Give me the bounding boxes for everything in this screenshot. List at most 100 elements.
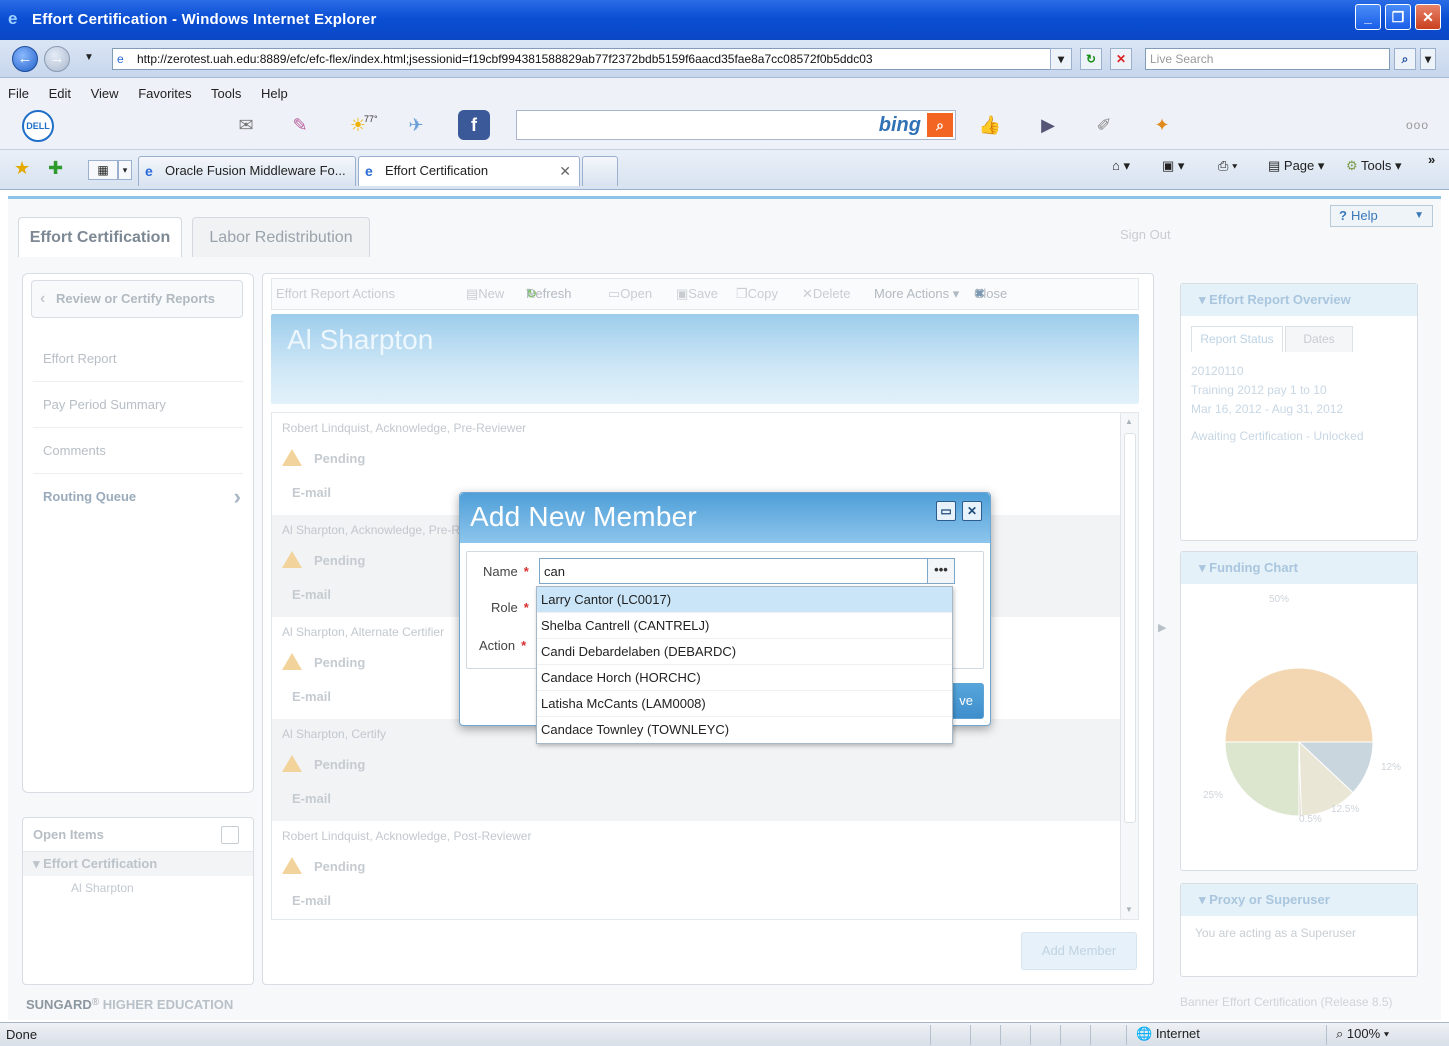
bing-search-box[interactable]: bing ⌕ bbox=[516, 110, 956, 140]
close-window-button[interactable]: ✕ bbox=[1415, 4, 1441, 30]
tab-labor-redistribution[interactable]: Labor Redistribution bbox=[192, 217, 370, 257]
facebook-icon[interactable]: f bbox=[458, 110, 490, 140]
stop-icon[interactable]: ✕ bbox=[1110, 48, 1132, 70]
live-search-input[interactable]: Live Search bbox=[1145, 48, 1390, 70]
help-icon: ? bbox=[1339, 208, 1347, 223]
autocomplete-option[interactable]: Candi Debardelaben (DEBARDC) bbox=[537, 639, 952, 665]
autocomplete-option[interactable]: Larry Cantor (LC0017) bbox=[537, 587, 952, 613]
close-tab-icon[interactable]: ✕ bbox=[559, 157, 571, 185]
open-button[interactable]: ▭ Open bbox=[608, 279, 652, 309]
history-dropdown-icon[interactable]: ▼ bbox=[84, 52, 94, 63]
dell-logo-icon[interactable]: DELL bbox=[22, 110, 54, 142]
autocomplete-option[interactable]: Candace Horch (HORCHC) bbox=[537, 665, 952, 691]
maximize-dialog-icon[interactable]: ▭ bbox=[936, 501, 956, 521]
scroll-thumb[interactable] bbox=[1124, 433, 1136, 823]
name-input[interactable] bbox=[539, 558, 929, 584]
scroll-down-icon[interactable]: ▼ bbox=[1125, 905, 1133, 914]
quick-tabs-icon[interactable]: ▦ bbox=[88, 160, 118, 180]
maximize-button[interactable]: ❐ bbox=[1385, 4, 1411, 30]
open-item-leaf[interactable]: Al Sharpton bbox=[23, 876, 253, 900]
proxy-superuser-panel: ▾ Proxy or Superuser You are acting as a… bbox=[1180, 883, 1418, 977]
funding-header[interactable]: ▾ Funding Chart bbox=[1181, 552, 1417, 584]
report-description: Training 2012 pay 1 to 10 bbox=[1191, 383, 1327, 397]
new-tab-button[interactable] bbox=[582, 156, 618, 186]
autocomplete-option[interactable]: Shelba Cantrell (CANTRELJ) bbox=[537, 613, 952, 639]
media-icon[interactable]: ✎ bbox=[282, 110, 318, 140]
bing-search-icon[interactable]: ⌕ bbox=[927, 113, 953, 137]
delete-button[interactable]: ✕ Delete bbox=[802, 279, 850, 309]
email-link[interactable]: E-mail bbox=[292, 689, 331, 704]
nav-effort-report[interactable]: Effort Report bbox=[33, 336, 243, 382]
save-button[interactable]: ▣ Save bbox=[676, 279, 718, 309]
autocomplete-option[interactable]: Candace Townley (TOWNLEYC) bbox=[537, 717, 952, 743]
add-favorite-icon[interactable]: ✚ bbox=[48, 158, 63, 179]
favorites-star-icon[interactable]: ★ bbox=[14, 158, 30, 179]
search-options-icon[interactable]: ▾ bbox=[1420, 48, 1436, 70]
tab-oracle-fusion[interactable]: e Oracle Fusion Middleware Fo... bbox=[138, 156, 356, 186]
menu-file[interactable]: File bbox=[8, 86, 29, 101]
tab-report-status[interactable]: Report Status bbox=[1191, 326, 1283, 352]
feeds-icon[interactable]: ▣ ▾ bbox=[1162, 158, 1184, 174]
tab-dates[interactable]: Dates bbox=[1285, 326, 1353, 352]
tools-menu[interactable]: ⚙ Tools ▾ bbox=[1346, 158, 1402, 174]
nav-routing-queue[interactable]: Routing Queue › bbox=[33, 474, 243, 520]
back-button[interactable]: ← bbox=[12, 46, 38, 72]
weather-icon[interactable]: ☀ 77° bbox=[340, 110, 378, 140]
forward-button[interactable]: → bbox=[44, 46, 70, 72]
refresh-icon[interactable]: ↻ bbox=[1080, 48, 1102, 70]
nav-comments[interactable]: Comments bbox=[33, 428, 243, 474]
help-button[interactable]: ? Help ▼ bbox=[1330, 205, 1433, 227]
tab-list-icon[interactable]: ▾ bbox=[118, 160, 132, 180]
maximize-panel-icon[interactable] bbox=[221, 826, 239, 844]
menu-favorites[interactable]: Favorites bbox=[138, 86, 191, 101]
menu-tools[interactable]: Tools bbox=[211, 86, 241, 101]
email-link[interactable]: E-mail bbox=[292, 791, 331, 806]
review-or-certify-button[interactable]: ‹ Review or Certify Reports bbox=[31, 280, 243, 318]
proxy-header[interactable]: ▾ Proxy or Superuser bbox=[1181, 884, 1417, 916]
open-items-panel: Open Items ▾ Effort Certification Al Sha… bbox=[22, 817, 254, 985]
zoom-control[interactable]: ⌕ 100% ▾ bbox=[1336, 1026, 1389, 1042]
menu-help[interactable]: Help bbox=[261, 86, 288, 101]
more-actions-button[interactable]: More Actions ▾ bbox=[874, 279, 959, 309]
scroll-up-icon[interactable]: ▲ bbox=[1125, 417, 1133, 426]
url-field[interactable]: e http://zerotest.uah.edu:8889/efc/efc-f… bbox=[112, 48, 1070, 70]
autocomplete-option[interactable]: Latisha McCants (LAM0008) bbox=[537, 691, 952, 717]
command-overflow[interactable]: » bbox=[1428, 152, 1435, 167]
open-items-group[interactable]: ▾ Effort Certification bbox=[23, 852, 253, 876]
email-link[interactable]: E-mail bbox=[292, 587, 331, 602]
security-zone[interactable]: 🌐 Internet bbox=[1136, 1026, 1200, 1042]
lookup-button[interactable]: ••• bbox=[927, 558, 955, 584]
tab-effort-certification-module[interactable]: Effort Certification bbox=[18, 217, 182, 257]
close-dialog-icon[interactable]: ✕ bbox=[962, 501, 982, 521]
add-member-button[interactable]: Add Member bbox=[1021, 932, 1137, 970]
nav-pay-period-summary[interactable]: Pay Period Summary bbox=[33, 382, 243, 428]
warning-icon bbox=[282, 653, 302, 670]
bookmark-icon[interactable]: ✐ bbox=[1086, 110, 1122, 140]
page-menu[interactable]: ▤ Page ▾ bbox=[1268, 158, 1324, 174]
like-icon[interactable]: 👍 bbox=[972, 110, 1008, 140]
toolbar-overflow[interactable]: ooo bbox=[1406, 118, 1429, 132]
alert-icon[interactable]: ✦ bbox=[1144, 110, 1180, 140]
expand-right-icon[interactable]: ▶ bbox=[1158, 621, 1166, 634]
sign-out-link[interactable]: Sign Out bbox=[1120, 227, 1171, 242]
menu-view[interactable]: View bbox=[91, 86, 119, 101]
email-link[interactable]: E-mail bbox=[292, 485, 331, 500]
queue-scrollbar[interactable]: ▲ ▼ bbox=[1120, 413, 1138, 919]
pie-slice-label: 12.5% bbox=[1331, 804, 1359, 815]
home-icon[interactable]: ⌂ ▾ bbox=[1112, 158, 1130, 174]
overview-header[interactable]: ▾ Effort Report Overview bbox=[1181, 284, 1417, 316]
url-dropdown-icon[interactable]: ▾ bbox=[1050, 48, 1072, 70]
news-icon[interactable]: ✉ bbox=[228, 110, 264, 140]
email-link[interactable]: E-mail bbox=[292, 893, 331, 908]
search-icon[interactable]: ⌕ bbox=[1394, 48, 1416, 70]
tab-effort-certification[interactable]: e Effort Certification ✕ bbox=[358, 156, 580, 186]
copy-button[interactable]: ❐ Copy bbox=[736, 279, 778, 309]
menu-edit[interactable]: Edit bbox=[49, 86, 71, 101]
print-icon[interactable]: ⎙ ▾ bbox=[1218, 158, 1237, 174]
video-icon[interactable]: ▶ bbox=[1030, 110, 1066, 140]
new-button[interactable]: ▤ New bbox=[466, 279, 504, 309]
minimize-button[interactable]: _ bbox=[1355, 4, 1381, 30]
panel-splitter[interactable]: ▶ bbox=[1155, 273, 1171, 985]
mail-icon[interactable]: ✈ bbox=[398, 110, 434, 140]
queue-item[interactable]: Robert Lindquist, Acknowledge, Post-Revi… bbox=[272, 821, 1120, 919]
